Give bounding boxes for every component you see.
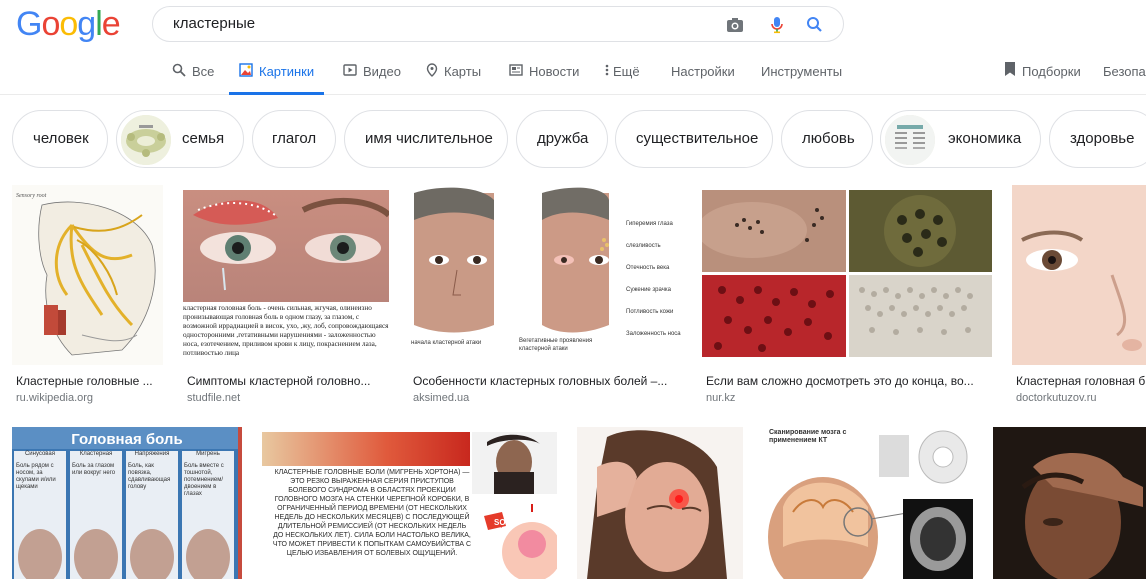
search-input[interactable]	[173, 15, 713, 32]
anatomy-label: Sensory root	[16, 193, 47, 199]
tab-more[interactable]: Ещё	[605, 50, 640, 95]
image-icon	[239, 51, 253, 94]
result-source[interactable]: studfile.net	[187, 392, 240, 404]
caption-left: начала кластерной атаки	[411, 340, 482, 346]
caption-right: Вегетативные проявления кластерной атаки	[519, 338, 593, 352]
chip-numeral[interactable]: имя числительное	[344, 110, 508, 168]
safesearch-link[interactable]: Безопа	[1103, 50, 1146, 95]
chip-noun[interactable]: существительное	[615, 110, 773, 168]
chip-thumbnail	[885, 115, 935, 165]
image-description-text: Сканирование мозга с применением КТ	[769, 429, 847, 444]
chip-thumbnail	[121, 115, 171, 165]
infographic-title: Головная боль	[71, 431, 183, 448]
chip-friendship[interactable]: дружба	[516, 110, 608, 168]
result-image[interactable]	[993, 427, 1146, 579]
chip-health[interactable]: здоровье	[1049, 110, 1146, 168]
map-pin-icon	[426, 51, 438, 94]
image-description-text: кластерная головная боль - очень сильная…	[183, 304, 389, 357]
bookmark-icon	[1004, 51, 1016, 94]
tab-video[interactable]: Видео	[343, 50, 401, 95]
search-icon	[172, 51, 186, 94]
collections-link[interactable]: Подборки	[1004, 50, 1081, 95]
result-caption[interactable]: Симптомы кластерной головно...	[187, 374, 383, 388]
play-icon	[343, 51, 357, 94]
result-image[interactable]: кластерная головная боль - очень сильная…	[183, 190, 389, 365]
chip-person[interactable]: человек	[12, 110, 108, 168]
result-source[interactable]: nur.kz	[706, 392, 735, 404]
result-caption[interactable]: Особенности кластерных головных болей –.…	[413, 374, 682, 388]
top-bar: Google	[0, 0, 1146, 50]
chip-love[interactable]: любовь	[781, 110, 873, 168]
result-source[interactable]: doctorkutuzov.ru	[1016, 392, 1097, 404]
mic-icon[interactable]	[767, 15, 787, 35]
camera-icon[interactable]	[725, 15, 745, 35]
result-caption[interactable]: Кластерная головная б	[1016, 374, 1146, 388]
result-image[interactable]: Сканирование мозга с применением КТ	[763, 427, 973, 579]
result-caption[interactable]: Кластерные головные ...	[16, 374, 163, 388]
search-icon[interactable]	[805, 15, 825, 35]
result-caption[interactable]: Если вам сложно досмотреть это до конца,…	[706, 374, 992, 388]
result-image[interactable]: SOS КЛАСТЕРНЫЕ ГОЛОВНЫЕ БОЛИ (МИГРЕНЬ ХО…	[262, 432, 557, 579]
result-image[interactable]: Головная боль Синусовая Кластерная Напря…	[12, 427, 242, 579]
tab-images[interactable]: Картинки	[229, 50, 325, 95]
result-image[interactable]	[702, 190, 992, 357]
result-image[interactable]: Sensory root	[12, 185, 163, 365]
news-icon	[509, 51, 523, 94]
callout-labels: Гиперемия глаза слезливость Отечность ве…	[626, 221, 681, 337]
result-image[interactable]	[1012, 185, 1146, 365]
tab-maps[interactable]: Карты	[426, 50, 481, 95]
chip-family[interactable]: семья	[116, 110, 244, 168]
tab-news[interactable]: Новости	[509, 50, 579, 95]
result-source[interactable]: aksimed.ua	[413, 392, 469, 404]
result-source[interactable]: ru.wikipedia.org	[16, 392, 93, 404]
result-image[interactable]: Гиперемия глаза слезливость Отечность ве…	[409, 185, 682, 365]
chip-economy[interactable]: экономика	[880, 110, 1041, 168]
more-vert-icon	[605, 51, 609, 94]
related-chips: человек семья глагол имя числительное др…	[0, 110, 1146, 168]
settings-link[interactable]: Настройки	[671, 50, 735, 95]
search-nav: Все Картинки Видео Карты Новости Ещё Нас…	[0, 50, 1146, 95]
search-box	[152, 6, 844, 42]
tab-all[interactable]: Все	[172, 50, 214, 95]
google-logo[interactable]: Google	[16, 4, 121, 44]
image-description-text: КЛАСТЕРНЫЕ ГОЛОВНЫЕ БОЛИ (МИГРЕНЬ ХОРТОН…	[272, 469, 472, 557]
sos-badge: SOS	[494, 518, 511, 527]
chip-verb[interactable]: глагол	[252, 110, 336, 168]
tools-link[interactable]: Инструменты	[761, 50, 842, 95]
result-image[interactable]	[577, 427, 743, 579]
